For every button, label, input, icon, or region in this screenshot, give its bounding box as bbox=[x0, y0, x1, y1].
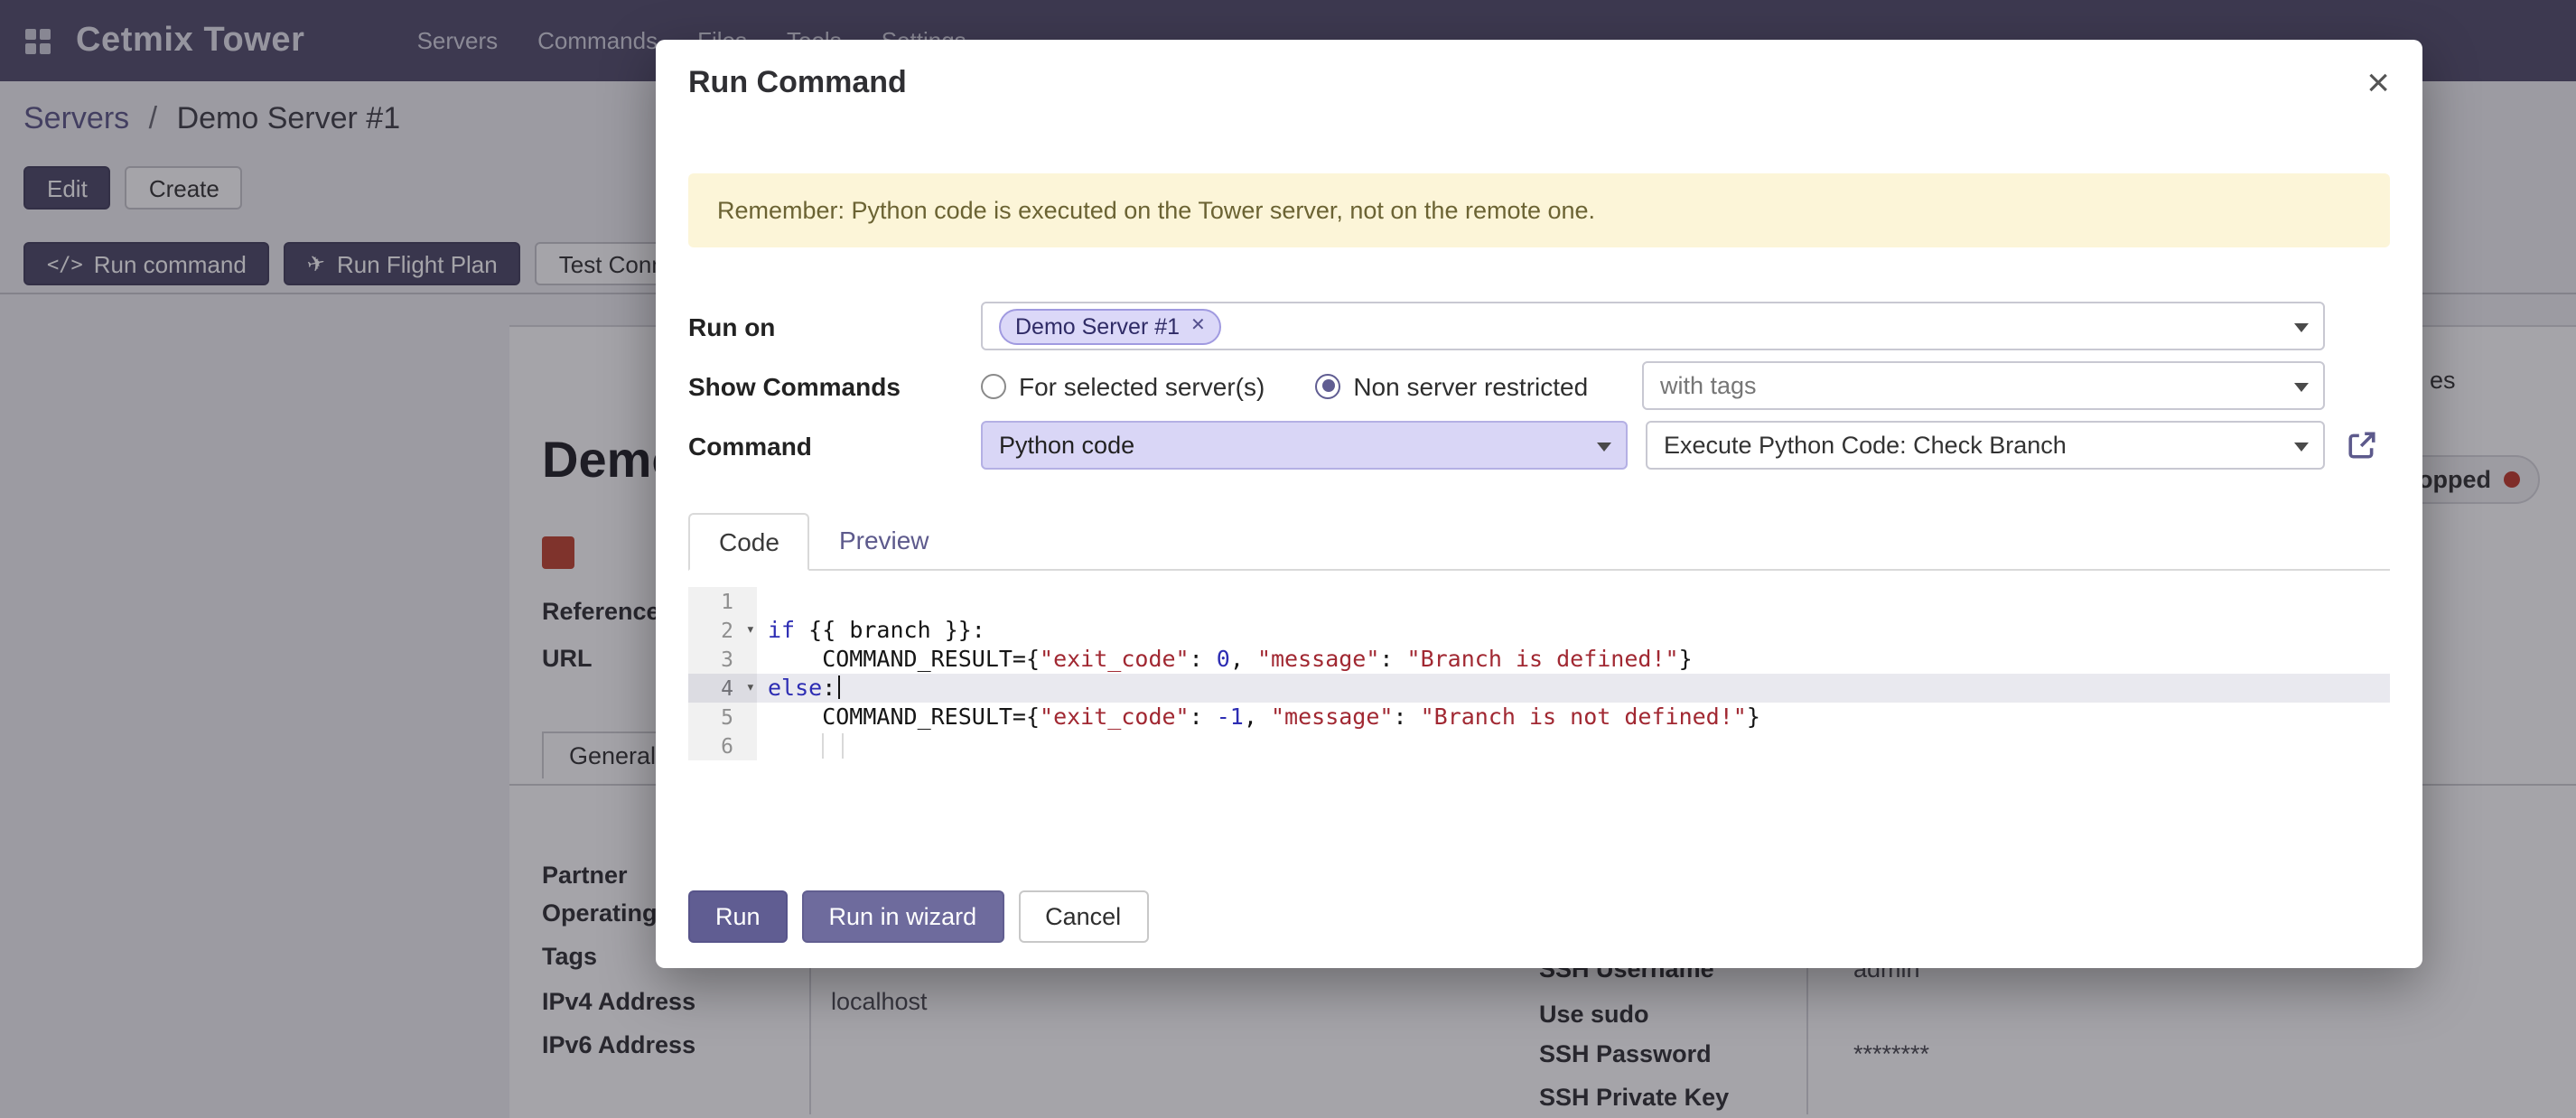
command-type-select[interactable]: Python code bbox=[981, 421, 1628, 470]
close-icon[interactable]: × bbox=[2366, 63, 2390, 103]
line-number: 6 bbox=[688, 731, 757, 760]
command-row: Command Python code Execute Python Code:… bbox=[688, 417, 2390, 473]
modal-footer: Run Run in wizard Cancel bbox=[656, 890, 2422, 943]
code-editor[interactable]: 12▾if {{ branch }}:3 COMMAND_RESULT={"ex… bbox=[688, 587, 2390, 760]
code-line-content: COMMAND_RESULT={"exit_code": -1, "messag… bbox=[757, 703, 2390, 731]
screen: Cetmix Tower ServersCommandsFilesToolsSe… bbox=[0, 0, 2576, 1118]
chevron-down-icon bbox=[2294, 442, 2309, 451]
chevron-down-icon bbox=[1597, 442, 1611, 451]
editor-line-4[interactable]: 4▾else: bbox=[688, 674, 2390, 703]
radio-for-selected-servers-label: For selected server(s) bbox=[1019, 371, 1265, 400]
run-on-row: Run on Demo Server #1 ✕ bbox=[688, 298, 2390, 354]
with-tags-placeholder: with tags bbox=[1660, 372, 1757, 399]
fold-arrow-icon[interactable]: ▾ bbox=[746, 674, 755, 703]
command-select[interactable]: Execute Python Code: Check Branch bbox=[1646, 421, 2325, 470]
code-line-content: if {{ branch }}: bbox=[757, 616, 2390, 645]
radio-icon bbox=[981, 373, 1006, 398]
tag-remove-icon[interactable]: ✕ bbox=[1190, 316, 1206, 336]
run-button[interactable]: Run bbox=[688, 890, 788, 943]
tab-code[interactable]: Code bbox=[688, 513, 810, 571]
line-number: 2▾ bbox=[688, 616, 757, 645]
python-warning-alert: Remember: Python code is executed on the… bbox=[688, 173, 2390, 247]
indent-guide bbox=[822, 733, 824, 759]
server-tag-chip[interactable]: Demo Server #1 ✕ bbox=[999, 308, 1222, 344]
chevron-down-icon bbox=[2294, 322, 2309, 331]
code-line-content: else: bbox=[757, 674, 2390, 703]
code-editor-lines: 12▾if {{ branch }}:3 COMMAND_RESULT={"ex… bbox=[688, 587, 2390, 760]
modal-body: Remember: Python code is executed on the… bbox=[656, 173, 2422, 760]
show-commands-label: Show Commands bbox=[688, 371, 981, 400]
run-command-modal: Run Command × Remember: Python code is e… bbox=[656, 40, 2422, 968]
run-on-field[interactable]: Demo Server #1 ✕ bbox=[981, 302, 2325, 350]
show-commands-row: Show Commands For selected server(s) Non… bbox=[688, 358, 2390, 414]
editor-line-1[interactable]: 1 bbox=[688, 587, 2390, 616]
modal-form: Run on Demo Server #1 ✕ Show Commands bbox=[688, 298, 2390, 473]
modal-tabs: Code Preview bbox=[688, 513, 2390, 571]
indent-guide bbox=[842, 733, 844, 759]
editor-line-5[interactable]: 5 COMMAND_RESULT={"exit_code": -1, "mess… bbox=[688, 703, 2390, 731]
chevron-down-icon bbox=[2294, 382, 2309, 391]
tab-preview[interactable]: Preview bbox=[810, 513, 958, 569]
line-number: 3 bbox=[688, 645, 757, 674]
run-on-label: Run on bbox=[688, 312, 981, 340]
radio-icon bbox=[1315, 373, 1340, 398]
code-line-content bbox=[757, 731, 2390, 760]
editor-line-2[interactable]: 2▾if {{ branch }}: bbox=[688, 616, 2390, 645]
command-type-value: Python code bbox=[999, 432, 1134, 459]
line-number: 4▾ bbox=[688, 674, 757, 703]
radio-non-server-restricted-label: Non server restricted bbox=[1353, 371, 1588, 400]
modal-header: Run Command × bbox=[656, 40, 2422, 126]
fold-arrow-icon[interactable]: ▾ bbox=[746, 616, 755, 645]
radio-non-server-restricted[interactable]: Non server restricted bbox=[1315, 371, 1588, 400]
command-value: Execute Python Code: Check Branch bbox=[1664, 432, 2067, 459]
external-link-icon[interactable] bbox=[2347, 430, 2377, 461]
line-number: 5 bbox=[688, 703, 757, 731]
line-number: 1 bbox=[688, 587, 757, 616]
cancel-button[interactable]: Cancel bbox=[1018, 890, 1148, 943]
run-in-wizard-button[interactable]: Run in wizard bbox=[802, 890, 1004, 943]
server-tag-label: Demo Server #1 bbox=[1015, 313, 1180, 339]
text-cursor bbox=[837, 675, 840, 699]
editor-line-3[interactable]: 3 COMMAND_RESULT={"exit_code": 0, "messa… bbox=[688, 645, 2390, 674]
modal-title: Run Command bbox=[688, 65, 907, 101]
command-label: Command bbox=[688, 431, 981, 460]
radio-for-selected-servers[interactable]: For selected server(s) bbox=[981, 371, 1265, 400]
editor-line-6[interactable]: 6 bbox=[688, 731, 2390, 760]
code-line-content bbox=[757, 587, 2390, 616]
with-tags-select[interactable]: with tags bbox=[1642, 361, 2325, 410]
code-line-content: COMMAND_RESULT={"exit_code": 0, "message… bbox=[757, 645, 2390, 674]
